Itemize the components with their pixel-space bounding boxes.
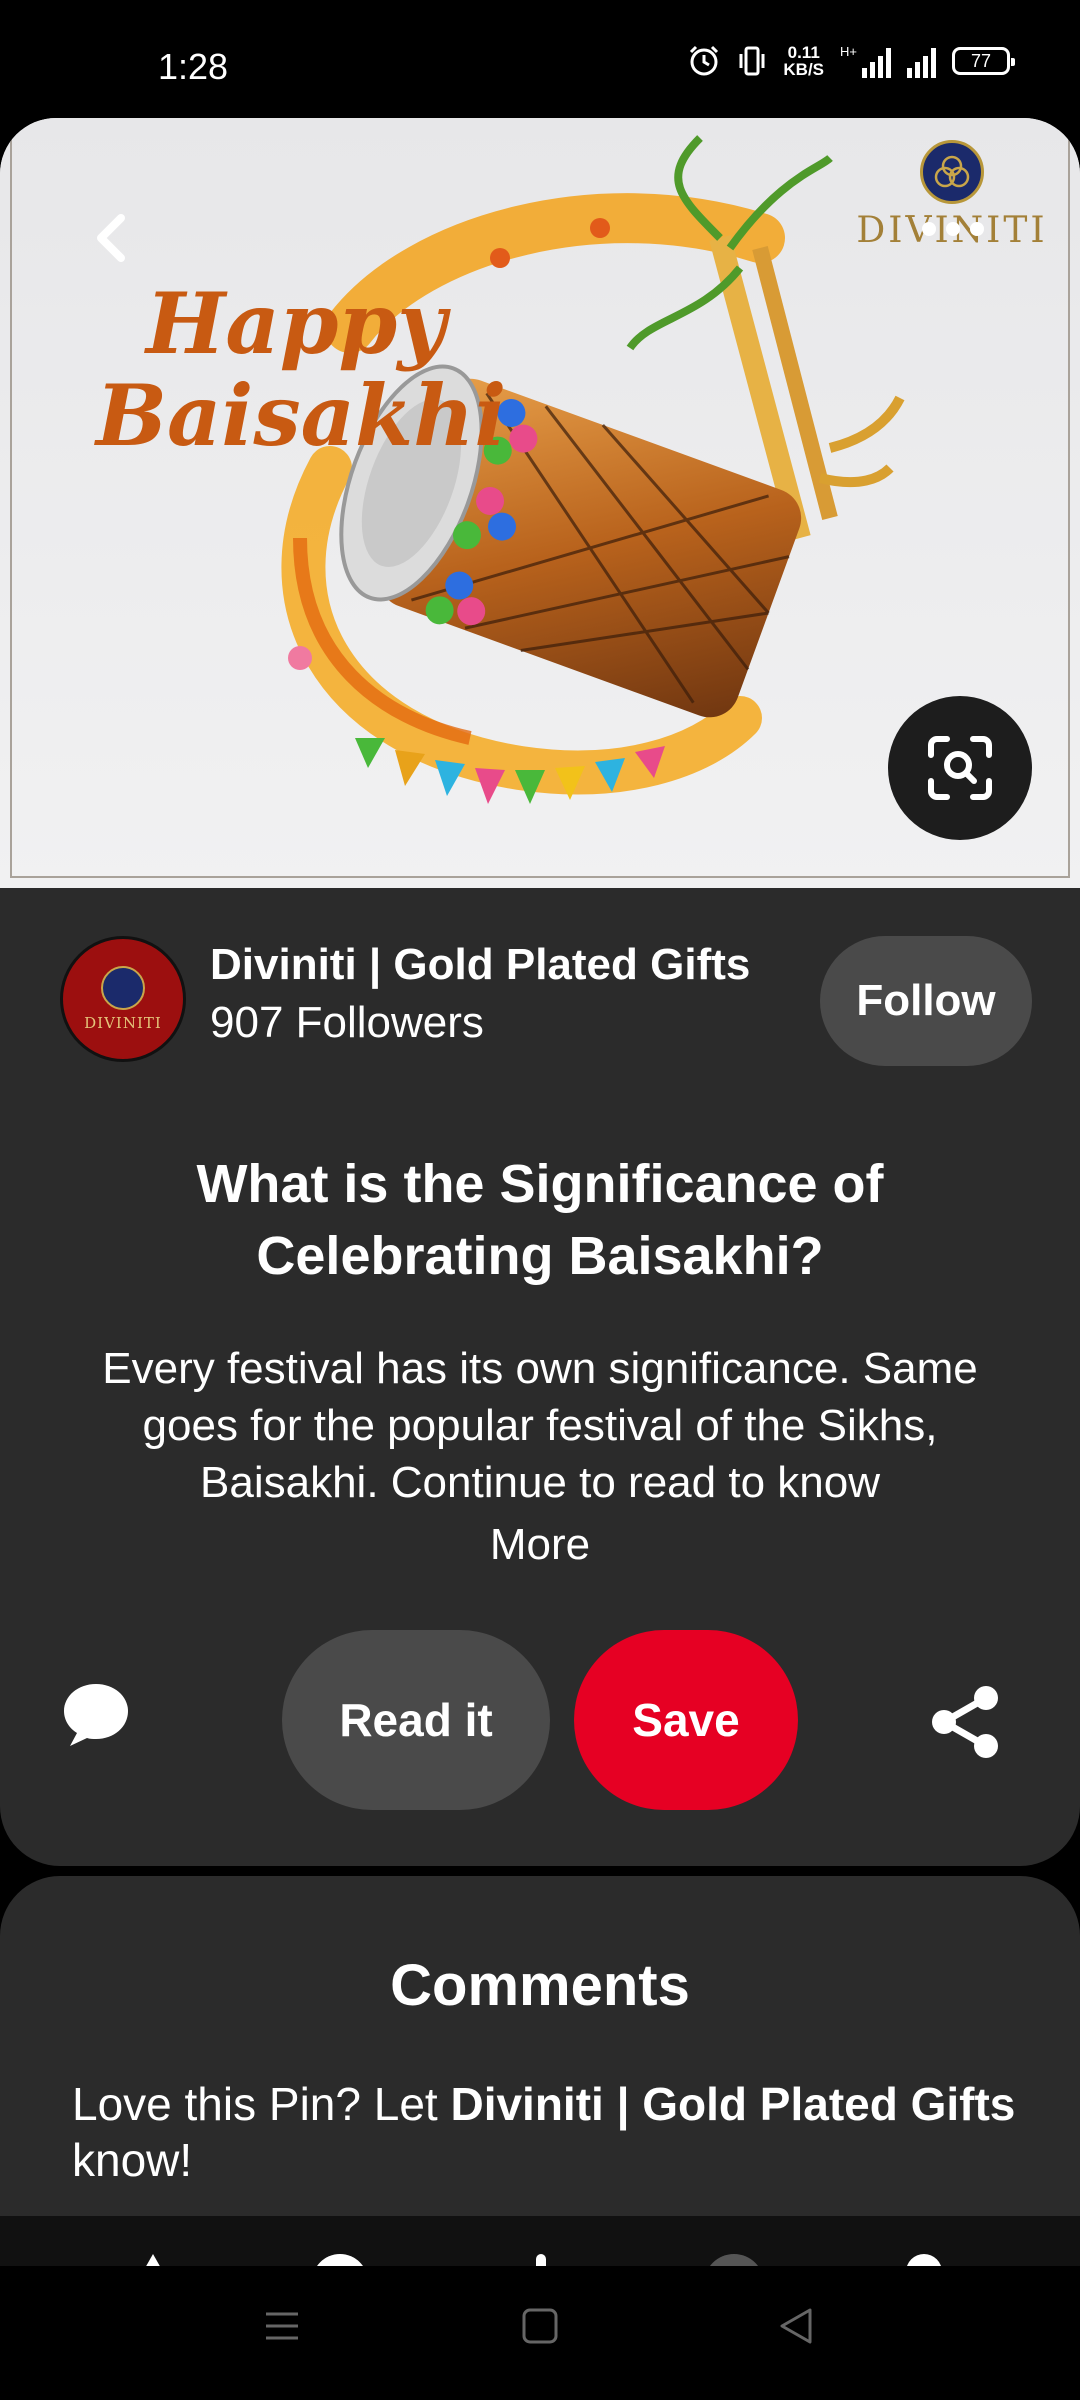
back-nav-icon[interactable]	[776, 2306, 816, 2346]
comment-icon[interactable]	[60, 1678, 132, 1750]
share-icon[interactable]	[930, 1684, 1002, 1760]
follower-count: 907 Followers	[210, 998, 484, 1047]
comments-title: Comments	[390, 1953, 690, 2018]
back-button[interactable]	[80, 198, 140, 278]
menu-icon[interactable]	[262, 2306, 302, 2346]
pin-details-card: DIVINITI Diviniti | Gold Plated Gifts 90…	[0, 888, 1080, 1866]
nav-profile-icon[interactable]	[906, 2254, 942, 2266]
follow-button[interactable]: Follow	[820, 936, 1032, 1066]
vibrate-icon	[739, 46, 765, 76]
signal-icon-1: H+	[840, 44, 891, 78]
battery-icon: 77	[952, 47, 1015, 75]
visual-search-icon	[928, 736, 992, 800]
home-icon[interactable]	[520, 2306, 560, 2346]
status-time: 1:28	[158, 46, 229, 87]
avatar[interactable]: DIVINITI	[60, 936, 186, 1062]
nav-home-icon[interactable]	[136, 2254, 170, 2266]
pin-title: What is the Significance of Celebrating …	[196, 1154, 884, 1286]
pin-description: Every festival has its own significance.…	[102, 1344, 978, 1507]
alarm-icon	[690, 45, 719, 76]
bottom-nav-bar	[0, 2216, 1080, 2266]
comments-section: Comments Love this Pin? Let Diviniti | G…	[0, 1876, 1080, 2216]
creator-name[interactable]: Diviniti | Gold Plated Gifts	[210, 940, 750, 990]
system-navigation-bar	[0, 2266, 1080, 2400]
read-it-button[interactable]: Read it	[282, 1630, 550, 1810]
more-icon[interactable]	[922, 222, 984, 236]
comments-prompt: Love this Pin? Let Diviniti | Gold Plate…	[72, 2078, 1016, 2186]
status-icons: 0.11 KB/S H+ 77	[687, 43, 1015, 79]
network-speed: 0.11 KB/S	[783, 43, 825, 79]
nav-search-icon[interactable]	[312, 2254, 368, 2266]
back-icon	[97, 214, 125, 262]
nav-add-icon[interactable]	[536, 2254, 546, 2266]
visual-search-button[interactable]	[888, 696, 1032, 840]
status-bar: 1:28 0.11 KB/S H+ 77	[0, 0, 1080, 118]
nav-messages-icon[interactable]	[704, 2254, 764, 2266]
more-link[interactable]: More	[0, 1520, 1080, 1570]
pin-image[interactable]: Happy Baisakhi DIVINITI	[0, 118, 1080, 888]
save-button[interactable]: Save	[574, 1630, 798, 1810]
signal-icon-2	[907, 44, 936, 78]
image-caption: Happy Baisakhi	[96, 274, 507, 465]
